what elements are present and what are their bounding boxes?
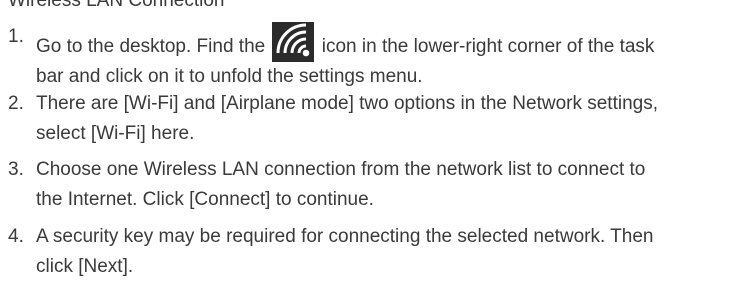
step-line: Choose one Wireless LAN connection from …	[36, 159, 646, 180]
step-number: 4.	[8, 226, 24, 247]
step-line: A security key may be required for conne…	[36, 226, 654, 247]
step-text: A security key may be required for conne…	[36, 222, 733, 282]
step-number: 1.	[8, 26, 24, 47]
step-item-4: 4. A security key may be required for co…	[8, 222, 733, 282]
section-heading: Wireless LAN Connection	[8, 0, 225, 11]
step-text: Choose one Wireless LAN connection from …	[36, 155, 733, 215]
step-text: Go to the desktop. Find the icon in the …	[36, 22, 733, 92]
step-item-1: 1. Go to the desktop. Find the icon in t…	[8, 22, 733, 92]
step-text-before-icon: Go to the desktop. Find the	[36, 36, 266, 57]
wifi-icon	[272, 22, 315, 62]
step-line: click [Next].	[36, 256, 134, 277]
step-number: 2.	[8, 93, 24, 114]
step-item-2: 2. There are [Wi-Fi] and [Airplane mode]…	[8, 89, 733, 149]
step-line: the Internet. Click [Connect] to continu…	[36, 189, 374, 210]
step-line: bar and click on it to unfold the settin…	[36, 66, 423, 87]
step-text: There are [Wi-Fi] and [Airplane mode] tw…	[36, 89, 733, 149]
step-number: 3.	[8, 159, 24, 180]
step-line: select [Wi-Fi] here.	[36, 123, 195, 144]
step-item-3: 3. Choose one Wireless LAN connection fr…	[8, 155, 733, 215]
step-line: There are [Wi-Fi] and [Airplane mode] tw…	[36, 93, 658, 114]
step-line: Go to the desktop. Find the icon in the …	[36, 22, 733, 62]
step-text-after-icon: icon in the lower-right corner of the ta…	[321, 36, 655, 57]
